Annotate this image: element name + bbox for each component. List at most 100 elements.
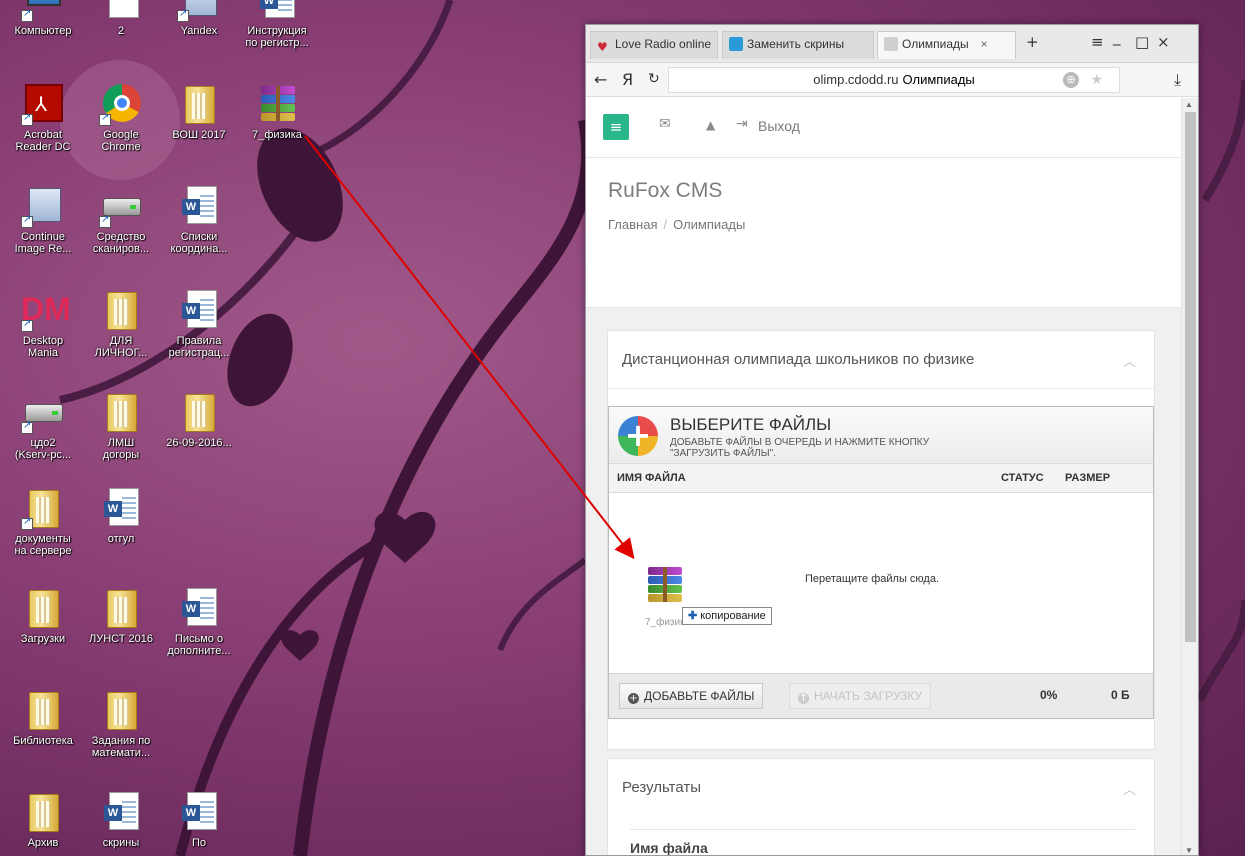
folder-icon [99,390,143,434]
tab-close-icon[interactable]: × [981,37,988,51]
page-title: RuFox CMS [608,179,723,202]
collapse-chevron-icon[interactable]: ︿ [1123,779,1136,798]
drop-zone[interactable]: Перетащите файлы сюда. 7_физика ✚ копиров… [609,493,1153,671]
scrollbar-thumb[interactable] [1185,112,1196,642]
reload-button[interactable]: ↻ [648,71,660,87]
desktop-icon-label: ЛМШ догоры [102,437,140,461]
maximize-button[interactable]: □ [1135,33,1149,51]
desktop-icon-netfolder[interactable]: документы на сервере [4,486,82,557]
breadcrumb: Главная / Олимпиады [608,217,745,232]
olympiad-panel-header[interactable]: Дистанционная олимпиада школьников по фи… [608,331,1154,389]
desktop-icon-scanner[interactable]: Средство сканиров... [82,184,160,255]
desktop-icon-label: Правила регистрац... [168,335,230,359]
start-upload-label: НАЧАТЬ ЗАГРУЗКУ [814,689,923,703]
desktop-icon-label: скрины [102,837,140,849]
breadcrumb-home-link[interactable]: Главная [608,217,657,232]
desktop-icon-computer[interactable]: Компьютер [4,0,82,37]
desktop-icon-word[interactable]: W Списки координа... [160,184,238,255]
desktop-icon-chrome[interactable]: Google Chrome [82,82,160,153]
page-header: RuFox CMS Главная / Олимпиады [586,158,1182,308]
desktop-icon-label: документы на сервере [14,533,72,557]
app-icon [21,184,65,228]
app-icon [177,0,221,22]
site-icon [729,37,743,51]
add-files-button[interactable]: + ДОБАВЬТЕ ФАЙЛЫ [619,683,764,709]
menu-toggle-button[interactable]: ≡ [603,114,629,140]
desktop-icon-label: 26-09-2016... [166,437,232,449]
chrome-icon [99,82,143,126]
logout-link[interactable]: Выход [758,118,800,134]
desktop-icon-folder[interactable]: Задания по математи... [82,688,160,759]
desktop-icon-folder[interactable]: ВОШ 2017 [160,82,238,141]
netfolder-icon [21,486,65,530]
desktop-icon-dm[interactable]: DM Desktop Mania [4,288,82,359]
desktop-icon-folder[interactable]: Загрузки [4,586,82,645]
copy-drag-tooltip: ✚ копирование [682,607,772,625]
bell-icon[interactable]: ▲ [706,118,715,132]
desktop-icon-label: Yandex [180,25,218,37]
folder-icon [99,288,143,332]
desktop-icon-drive[interactable]: цдо2 (Kserv-pc... [4,390,82,461]
collapse-chevron-icon[interactable]: ︿ [1123,351,1136,370]
desktop-icon-label: Google Chrome [101,129,141,153]
browser-window: ♥ Love Radio online Заменить скрины Олимп… [585,24,1199,856]
mail-icon[interactable]: ✉ [659,116,671,132]
desktop-icon-acrobat[interactable]: ⅄ Acrobat Reader DC [4,82,82,153]
scroll-down-arrow-icon[interactable]: ▼ [1185,846,1193,855]
word-icon: W [99,790,143,834]
desktop-icon-word[interactable]: W По [160,790,238,849]
desktop-icon-app[interactable]: Yandex [160,0,238,37]
uploader-footer: + ДОБАВЬТЕ ФАЙЛЫ ↑ НАЧАТЬ ЗАГРУЗКУ 0% 0 Б [609,673,1153,718]
results-panel: Результаты ︿ Имя файла [607,758,1155,855]
desktop-icon-word[interactable]: W Письмо о дополните... [160,586,238,657]
url-host: olimp.cdodd.ru [813,72,899,87]
scanner-icon [99,184,143,228]
url-input[interactable]: olimp.cdodd.ru Олимпиады ⊕ ★ [668,67,1120,93]
folder-icon [99,586,143,630]
desktop-icon-word[interactable]: Wотгул [82,486,160,545]
acrobat-icon: ⅄ [21,82,65,126]
page-scrollbar[interactable]: ▲ ▼ [1181,98,1198,855]
column-filename: ИМЯ ФАЙЛА [617,472,686,484]
new-tab-button[interactable]: + [1026,33,1039,51]
scroll-up-arrow-icon[interactable]: ▲ [1185,100,1193,109]
desktop-icon-folder[interactable]: Архив [4,790,82,849]
tab-label: Love Radio online [615,37,712,51]
bookmark-star-icon[interactable]: ★ [1090,68,1103,92]
tab-olympiads[interactable]: Олимпиады × [877,31,1016,59]
desktop-icon-label: Инструкция по регистр... [245,25,309,49]
protect-icon[interactable]: ⊕ [1063,72,1079,88]
arrow-circle-icon: ↑ [798,693,809,704]
desktop-icon-folder[interactable]: ЛУНСТ 2016 [82,586,160,645]
desktop-icon-word[interactable]: W Правила регистрац... [160,288,238,359]
desktop-icon-label: ЛУНСТ 2016 [89,633,153,645]
tab-label: Заменить скрины [747,37,845,51]
downloads-button[interactable]: ⤓ [1174,70,1181,90]
desktop-icon-folder[interactable]: ЛМШ догоры [82,390,160,461]
browser-menu-icon[interactable]: ≡ [1091,33,1104,51]
desktop-icon-folder[interactable]: 26-09-2016... [160,390,238,449]
heart-icon: ♥ [597,40,608,54]
desktop-icon-folder[interactable]: Библиотека [4,688,82,747]
tab-replace-screens[interactable]: Заменить скрины [722,31,874,59]
close-window-button[interactable]: × [1157,33,1170,51]
plus-circle-icon: + [628,693,639,704]
desktop-icon-app[interactable]: Continue Image Re... [4,184,82,255]
desktop-icon-word[interactable]: W Инструкция по регистр... [238,0,316,49]
desktop-icon-folder[interactable]: ДЛЯ ЛИЧНОГ... [82,288,160,359]
desktop-icon-label: Компьютер [14,25,72,37]
back-button[interactable]: ← [594,70,607,89]
results-panel-header[interactable]: Результаты ︿ [608,759,1154,817]
start-upload-button: ↑ НАЧАТЬ ЗАГРУЗКУ [789,683,932,709]
desktop-icon-doc[interactable]: 2 [82,0,160,37]
desktop-icon-label: Письмо о дополните... [167,633,231,657]
plus-icon: ✚ [688,610,698,622]
desktop-icon-label: Загрузки [20,633,66,645]
rar-icon [255,82,299,126]
desktop-icon-word[interactable]: Wскрины [82,790,160,849]
tab-love-radio[interactable]: ♥ Love Radio online [590,31,718,59]
minimize-button[interactable]: _ [1113,28,1121,46]
desktop-icon-label: Средство сканиров... [92,231,150,255]
yandex-home-button[interactable]: Я [622,70,633,89]
desktop-icon-rar[interactable]: 7_физика [238,82,316,141]
